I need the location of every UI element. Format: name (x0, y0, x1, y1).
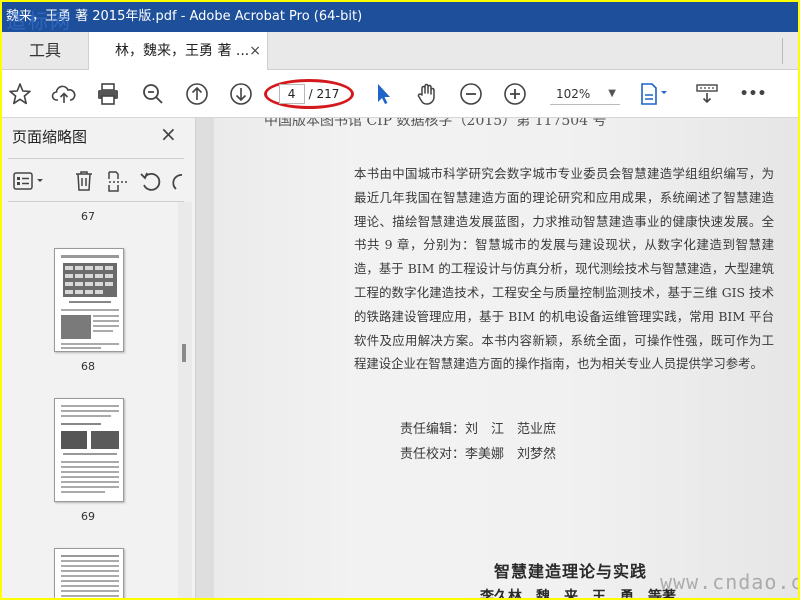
insert-pages-icon[interactable] (106, 169, 130, 193)
proofreader-credit: 责任校对：李美娜 刘梦然 (400, 447, 557, 462)
close-tab-icon[interactable]: × (249, 32, 261, 70)
zoom-search-icon[interactable] (138, 79, 168, 109)
current-page-input[interactable]: 4 (278, 84, 305, 104)
bookmark-star-icon[interactable] (5, 79, 35, 109)
close-panel-icon[interactable]: × (160, 122, 177, 146)
toolbar: 4 / 217 102% ▼ ••• (2, 70, 798, 118)
overflow-handle-icon[interactable] (782, 38, 798, 64)
panel-toolbar (8, 158, 184, 202)
page-thumbnail[interactable] (54, 398, 124, 502)
page-thumbnail[interactable] (54, 248, 124, 352)
tab-tools[interactable]: 工具 (2, 32, 88, 70)
rotate-clockwise-icon[interactable] (168, 169, 184, 193)
hand-tool-icon[interactable] (412, 79, 442, 109)
document-viewport: 中国版本图书馆 CIP 数据核字（2015）第 117504 号 本书由中国城市… (196, 118, 798, 598)
zoom-out-icon[interactable] (456, 79, 486, 109)
fit-page-icon[interactable] (636, 79, 672, 109)
thumbnail-list: 67 68 69 (2, 202, 178, 598)
page-navigator: 4 / 217 (264, 79, 354, 109)
acrobat-window: 魏来，王勇 著 2015年版.pdf - Adobe Acrobat Pro (… (2, 2, 798, 598)
rotate-counterclockwise-icon[interactable] (138, 169, 162, 193)
scroll-mode-icon[interactable] (692, 79, 722, 109)
chevron-down-icon: ▼ (608, 88, 616, 99)
editor-credit: 责任编辑：刘 江 范业庶 (400, 422, 557, 437)
cip-data-line: 中国版本图书馆 CIP 数据核字（2015）第 117504 号 (264, 118, 607, 129)
site-watermark-bottom: www.cndao.com (660, 570, 798, 594)
thumbnail-scrollbar[interactable] (178, 202, 192, 598)
tab-document-label: 林，魏来，王勇 著 ... (115, 43, 250, 59)
zoom-level-select[interactable]: 102% ▼ (550, 83, 620, 105)
panel-title: 页面缩略图 (12, 128, 88, 146)
thumbnail-page-label: 67 (81, 210, 95, 223)
pdf-page: 中国版本图书馆 CIP 数据核字（2015）第 117504 号 本书由中国城市… (214, 118, 798, 598)
page-thumbnails-panel: 页面缩略图 × 67 68 69 (2, 118, 196, 598)
window-title: 魏来，王勇 著 2015年版.pdf - Adobe Acrobat Pro (… (6, 9, 363, 24)
page-thumbnail[interactable] (54, 548, 124, 598)
print-icon[interactable] (93, 79, 123, 109)
next-page-icon[interactable] (226, 79, 256, 109)
trash-icon[interactable] (72, 169, 96, 193)
cloud-upload-icon[interactable] (49, 79, 79, 109)
scrollbar-thumb[interactable] (182, 344, 186, 362)
book-description: 本书由中国城市科学研究会数字城市专业委员会智慧建造学组组织编写，为最近几年我国在… (354, 166, 774, 372)
thumbnail-page-label: 69 (81, 510, 95, 523)
tab-row: 工具 林，魏来，王勇 著 ... × (2, 32, 798, 71)
thumbnail-page-label: 68 (81, 360, 95, 373)
zoom-in-icon[interactable] (500, 79, 530, 109)
zoom-level-value: 102% (556, 87, 591, 101)
title-bar: 魏来，王勇 著 2015年版.pdf - Adobe Acrobat Pro (… (2, 2, 798, 32)
more-options-icon[interactable]: ••• (738, 79, 768, 109)
thumbnail-options-icon[interactable] (12, 169, 48, 193)
previous-page-icon[interactable] (182, 79, 212, 109)
tab-document[interactable]: 林，魏来，王勇 著 ... × (88, 32, 268, 71)
book-authors: 李久林 魏 来 王 勇 等著 (480, 589, 676, 598)
select-cursor-icon[interactable] (368, 79, 398, 109)
total-pages: / 217 (308, 87, 340, 101)
book-title: 智慧建造理论与实践 (494, 562, 648, 581)
